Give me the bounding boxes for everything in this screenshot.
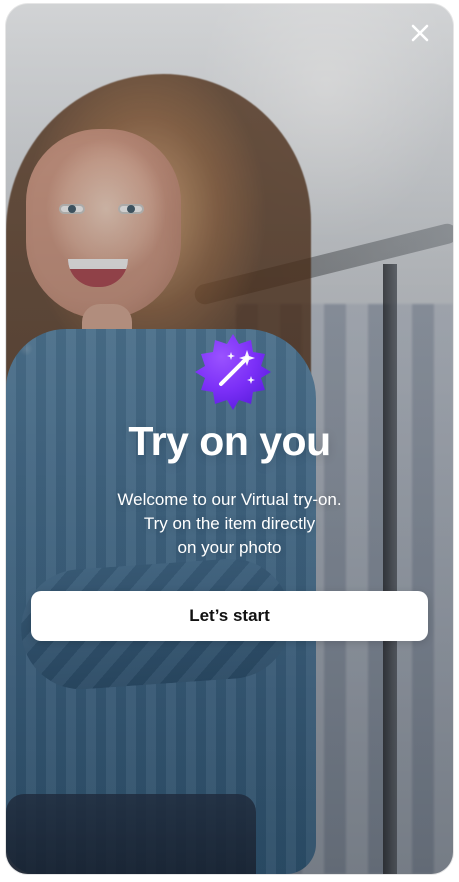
sparkles-badge-icon [195,334,271,410]
close-button[interactable] [405,18,435,48]
modal-title: Try on you [128,418,331,464]
subtitle-line-2: Try on the item directly [143,514,316,533]
modal-subtitle: Welcome to our Virtual try-on. Try on th… [6,488,453,560]
lets-start-button[interactable]: Let’s start [31,591,428,641]
close-icon [411,24,429,42]
try-on-modal: Try on you Welcome to our Virtual try-on… [6,4,453,874]
sparkles-badge [191,330,275,414]
subtitle-line-3: on your photo [177,538,282,557]
subtitle-line-1: Welcome to our Virtual try-on. [117,490,342,509]
